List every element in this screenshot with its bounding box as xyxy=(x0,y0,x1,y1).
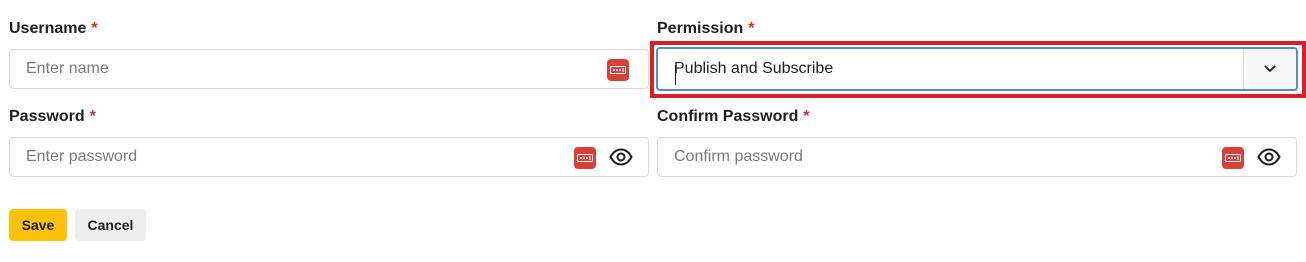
confirm-password-label-text: Confirm Password xyxy=(657,108,799,125)
confirm-password-label: Confirm Password * xyxy=(657,108,810,126)
permission-label-text: Permission xyxy=(657,20,744,37)
chevron-down-icon xyxy=(1264,65,1276,72)
eye-icon[interactable] xyxy=(609,145,633,169)
confirm-password-input[interactable] xyxy=(674,138,1194,176)
required-asterisk: * xyxy=(803,108,810,125)
permission-selected-value: Publish and Subscribe xyxy=(674,60,834,77)
password-manager-icon[interactable] xyxy=(574,147,596,169)
confirm-password-field[interactable] xyxy=(657,137,1297,177)
required-asterisk: * xyxy=(748,20,755,37)
cancel-button[interactable]: Cancel xyxy=(75,209,146,241)
username-label: Username * xyxy=(9,20,98,38)
required-asterisk: * xyxy=(91,20,98,37)
save-button[interactable]: Save xyxy=(9,209,67,241)
permission-dropdown-button[interactable] xyxy=(1243,49,1296,89)
permission-label: Permission * xyxy=(657,20,755,38)
password-label: Password * xyxy=(9,108,96,126)
eye-icon[interactable] xyxy=(1257,145,1281,169)
username-input[interactable] xyxy=(26,50,546,88)
password-manager-icon[interactable] xyxy=(1222,147,1244,169)
username-label-text: Username xyxy=(9,20,87,37)
password-label-text: Password xyxy=(9,108,85,125)
password-input[interactable] xyxy=(26,138,546,176)
permission-select[interactable]: Publish and Subscribe xyxy=(656,47,1298,91)
required-asterisk: * xyxy=(89,108,96,125)
username-field[interactable] xyxy=(9,49,649,89)
password-manager-icon[interactable] xyxy=(607,59,629,81)
password-field[interactable] xyxy=(9,137,649,177)
